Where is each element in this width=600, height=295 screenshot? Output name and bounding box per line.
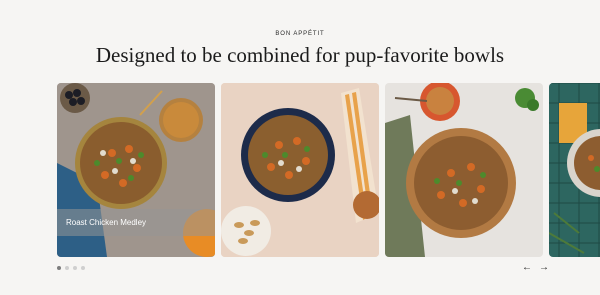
pagination-dot-2[interactable]	[65, 266, 69, 270]
arrow-right-icon[interactable]: →	[539, 262, 549, 274]
carousel-controls: ← →	[522, 262, 549, 274]
carousel-card-3[interactable]	[385, 83, 543, 257]
wooden-bowl-on-marble-photo	[385, 83, 543, 257]
recipe-carousel[interactable]: Roast Chicken Medley	[57, 83, 600, 257]
section-eyebrow: BON APPÉTIT	[275, 31, 325, 37]
carousel-card-2[interactable]	[221, 83, 379, 257]
navy-bowl-with-peanuts-photo	[221, 83, 379, 257]
pagination-dot-3[interactable]	[73, 266, 77, 270]
section-headline: Designed to be combined for pup-favorite…	[95, 43, 505, 67]
pagination-dot-1[interactable]	[57, 266, 61, 270]
teal-tile-bowl-photo	[549, 83, 600, 257]
card-caption: Roast Chicken Medley	[57, 209, 215, 236]
carousel-pagination	[57, 266, 85, 272]
carousel-card-4[interactable]	[549, 83, 600, 257]
pagination-dot-4[interactable]	[81, 266, 85, 270]
arrow-left-icon[interactable]: ←	[522, 262, 532, 274]
carousel-card-roast-chicken-medley[interactable]: Roast Chicken Medley	[57, 83, 215, 257]
